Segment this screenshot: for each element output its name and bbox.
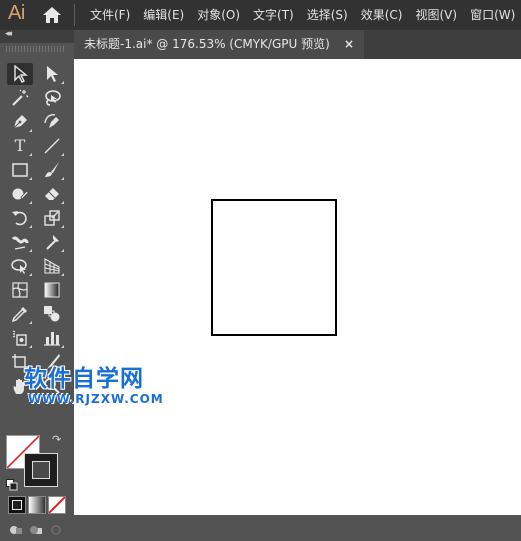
- column-graph-tool-icon[interactable]: [39, 327, 65, 349]
- artboard-canvas[interactable]: [74, 59, 521, 515]
- rotate-tool-icon[interactable]: [7, 207, 33, 229]
- menu-bar: Ai 文件(F) 编辑(E) 对象(O) 文字(T) 选择(S) 效果(C) 视…: [0, 0, 521, 30]
- home-icon[interactable]: [42, 6, 62, 28]
- draw-behind-icon[interactable]: [28, 522, 44, 536]
- menu-items: 文件(F) 编辑(E) 对象(O) 文字(T) 选择(S) 效果(C) 视图(V…: [90, 0, 521, 30]
- pen-tool-icon[interactable]: [7, 111, 33, 133]
- menu-edit[interactable]: 编辑(E): [143, 0, 184, 30]
- tools-panel: ◂◂ T ↷: [0, 29, 74, 535]
- watermark-url: WWW.RJZXW.COM: [28, 392, 164, 406]
- menu-type[interactable]: 文字(T): [253, 0, 294, 30]
- document-tab-title: 未标题-1.ai* @ 176.53% (CMYK/GPU 预览): [84, 37, 330, 51]
- none-mode-button[interactable]: [48, 496, 66, 514]
- close-icon[interactable]: ×: [344, 30, 354, 59]
- menu-window[interactable]: 窗口(W): [470, 0, 515, 30]
- gradient-mode-button[interactable]: [28, 496, 46, 514]
- swap-fill-stroke-icon[interactable]: ↷: [52, 433, 61, 446]
- blend-tool-icon[interactable]: [39, 303, 65, 325]
- line-segment-tool-icon[interactable]: [39, 135, 65, 157]
- curvature-tool-icon[interactable]: [39, 111, 65, 133]
- color-mode-button[interactable]: [8, 496, 26, 514]
- panel-grip[interactable]: [6, 46, 66, 52]
- rectangle-tool-icon[interactable]: [7, 159, 33, 181]
- selection-tool-icon[interactable]: [7, 63, 33, 85]
- paintbrush-tool-icon[interactable]: [39, 159, 65, 181]
- eraser-tool-icon[interactable]: [39, 183, 65, 205]
- direct-selection-tool-icon[interactable]: [39, 63, 65, 85]
- scale-tool-icon[interactable]: [39, 207, 65, 229]
- magic-wand-tool-icon[interactable]: [7, 87, 33, 109]
- symbol-sprayer-tool-icon[interactable]: [7, 327, 33, 349]
- menu-select[interactable]: 选择(S): [307, 0, 348, 30]
- menu-file[interactable]: 文件(F): [90, 0, 130, 30]
- watermark-title: 软件自学网: [24, 366, 144, 392]
- stroke-inner-square: [32, 461, 50, 479]
- perspective-grid-tool-icon[interactable]: [39, 255, 65, 277]
- draw-normal-icon[interactable]: [8, 522, 24, 536]
- gradient-tool-icon[interactable]: [39, 279, 65, 301]
- site-watermark: 软件自学网 WWW.RJZXW.COM: [24, 366, 164, 406]
- menu-divider: [74, 4, 75, 26]
- app-logo[interactable]: Ai: [8, 2, 25, 25]
- document-tab[interactable]: 未标题-1.ai* @ 176.53% (CMYK/GPU 预览) ×: [74, 30, 364, 59]
- collapse-panel-icon[interactable]: ◂◂: [5, 29, 12, 39]
- default-fill-stroke-icon[interactable]: [6, 476, 18, 495]
- mesh-tool-icon[interactable]: [7, 279, 33, 301]
- stroke-color-swatch[interactable]: [24, 453, 58, 487]
- width-tool-icon[interactable]: [7, 231, 33, 253]
- menu-effect[interactable]: 效果(C): [361, 0, 403, 30]
- document-tab-bar: 未标题-1.ai* @ 176.53% (CMYK/GPU 预览) ×: [74, 30, 521, 59]
- shape-builder-tool-icon[interactable]: [7, 255, 33, 277]
- lasso-tool-icon[interactable]: [39, 87, 65, 109]
- type-tool-icon[interactable]: T: [7, 135, 33, 157]
- rectangle-shape[interactable]: [211, 199, 337, 336]
- menu-view[interactable]: 视图(V): [415, 0, 457, 30]
- shaper-tool-icon[interactable]: [7, 183, 33, 205]
- tools-panel-header: ◂◂: [0, 29, 74, 43]
- menu-object[interactable]: 对象(O): [197, 0, 240, 30]
- eyedropper-tool-icon[interactable]: [7, 303, 33, 325]
- puppet-warp-tool-icon[interactable]: [39, 231, 65, 253]
- draw-inside-icon[interactable]: [48, 522, 64, 536]
